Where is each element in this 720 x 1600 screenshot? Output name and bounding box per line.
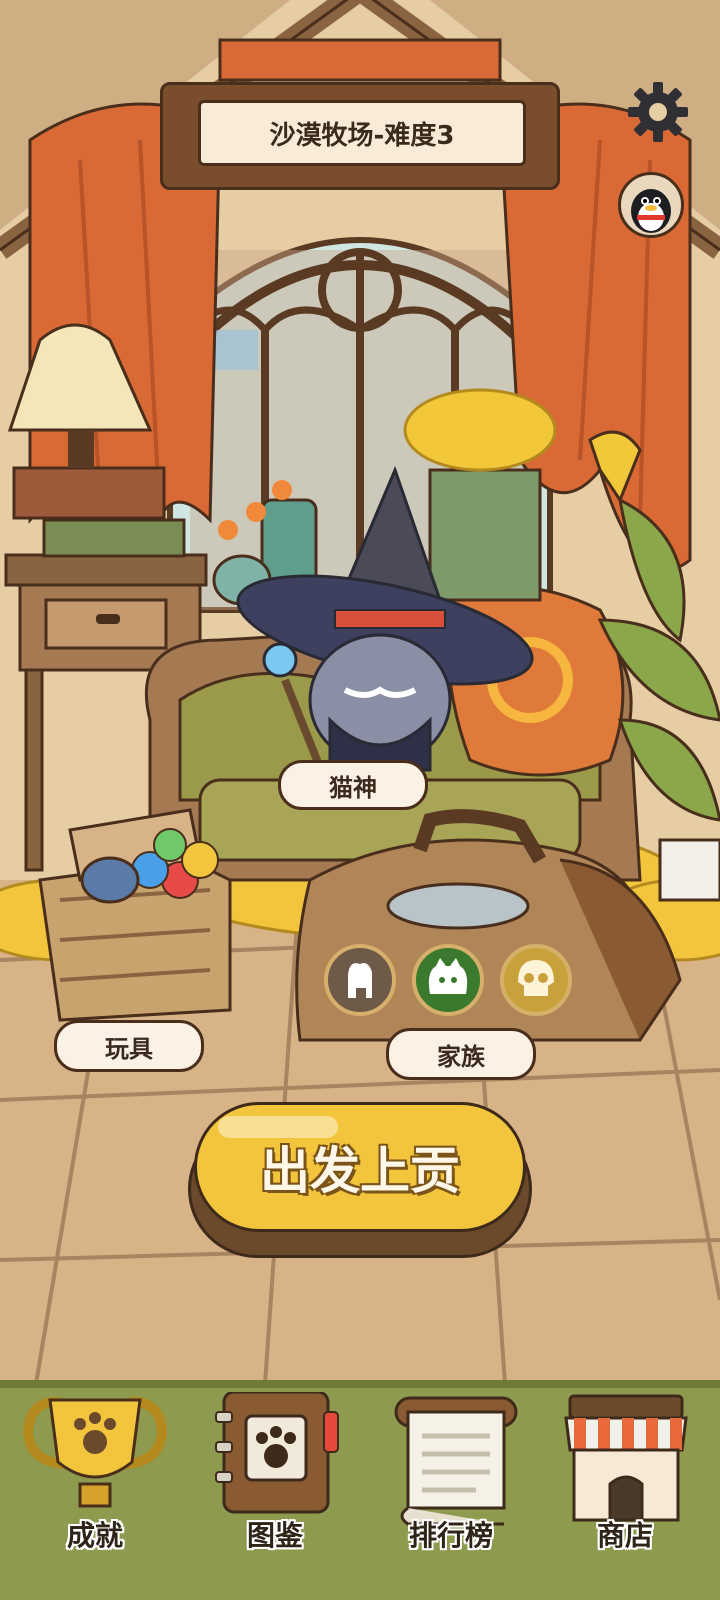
trophy-icon xyxy=(22,1396,168,1508)
scroll-icon xyxy=(394,1396,518,1526)
nav-catalog-label: 图鉴 xyxy=(246,1519,303,1552)
gear-icon[interactable] xyxy=(626,80,690,144)
nav-achievements[interactable]: 成就 xyxy=(10,1392,180,1600)
nav-leaderboard[interactable]: 排行榜 xyxy=(366,1392,536,1600)
shop-icon xyxy=(564,1394,688,1522)
stage-title-sign: 沙漠牧场-难度3 xyxy=(160,82,560,190)
cat-god-label[interactable]: 猫神 xyxy=(278,760,428,810)
stage-title: 沙漠牧场-难度3 xyxy=(198,100,526,166)
cat-silhouette-icon[interactable] xyxy=(324,944,396,1016)
cat-face-icon[interactable] xyxy=(412,944,484,1016)
game-screen: 沙漠牧场-难度3 猫神 玩具 家族 出发上贡 成就 图鉴 排行榜 商店 xyxy=(0,0,720,1600)
nav-catalog[interactable]: 图鉴 xyxy=(190,1390,360,1600)
skull-icon[interactable] xyxy=(500,944,572,1016)
nav-leaderboard-label: 排行榜 xyxy=(408,1519,493,1552)
depart-button-shine xyxy=(218,1116,338,1138)
nav-achievements-label: 成就 xyxy=(66,1519,123,1552)
toys-label[interactable]: 玩具 xyxy=(54,1020,204,1072)
depart-button[interactable]: 出发上贡 xyxy=(188,1102,532,1258)
family-label[interactable]: 家族 xyxy=(386,1028,536,1080)
nav-shop-label: 商店 xyxy=(596,1519,653,1552)
catalog-book-icon xyxy=(215,1390,339,1514)
penguin-avatar-icon[interactable] xyxy=(618,172,684,238)
nav-shop[interactable]: 商店 xyxy=(540,1392,710,1600)
